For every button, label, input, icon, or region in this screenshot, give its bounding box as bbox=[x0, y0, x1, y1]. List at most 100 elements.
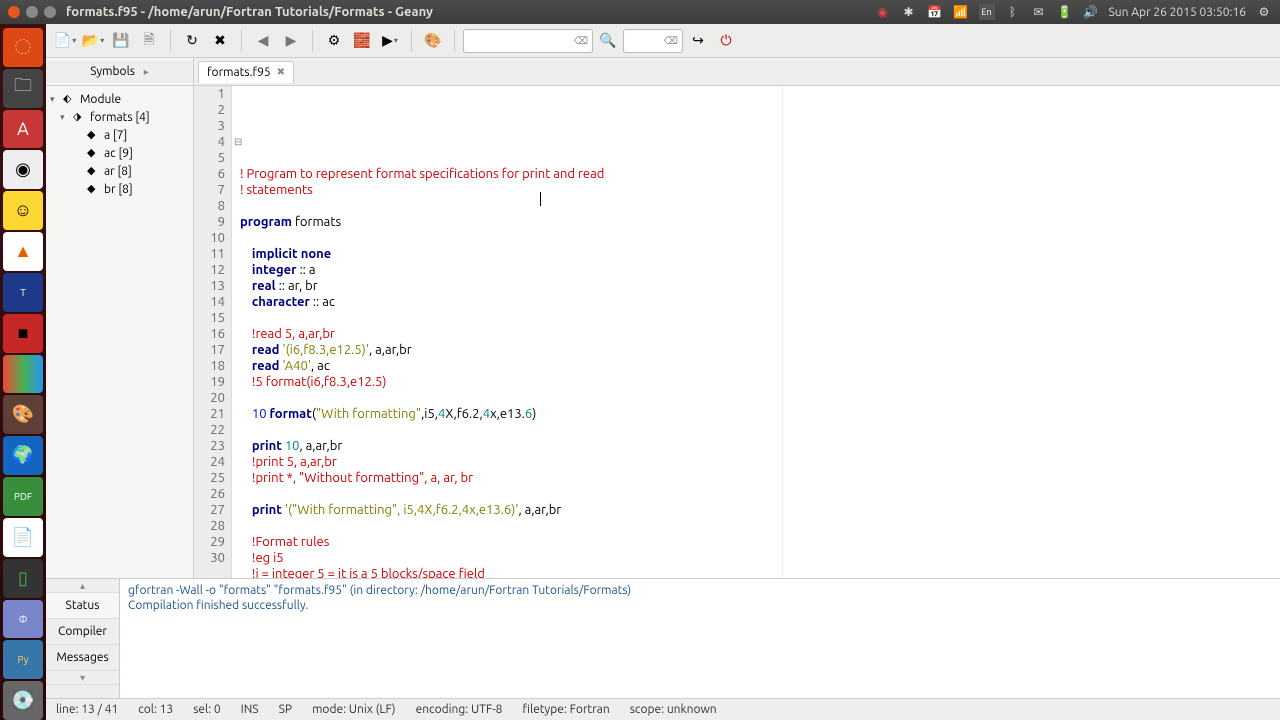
launcher: ◌ 🗀 A ◉ ☺ ▲ T ■ 🎨 🌍 PDF 📄 ▯ Φ Py 💽 bbox=[0, 24, 46, 720]
mail-icon[interactable]: ✉ bbox=[1031, 4, 1047, 20]
execute-button[interactable]: ▶▾ bbox=[377, 28, 403, 54]
open-button[interactable]: 📂▾ bbox=[80, 28, 106, 54]
battery-icon[interactable]: 🔋 bbox=[1057, 4, 1073, 20]
status-scope: scope: unknown bbox=[630, 703, 717, 716]
content: Symbols ▸ ▾ ⬖ Module ▾ ⬗ formats [4] ◆ bbox=[46, 58, 1280, 578]
pdf-icon[interactable]: PDF bbox=[3, 477, 43, 516]
fold-icon[interactable]: ⊟ bbox=[234, 134, 242, 150]
tree-module[interactable]: ▾ ⬖ Module bbox=[46, 90, 193, 108]
bluetooth-icon[interactable]: ᛒ bbox=[1005, 4, 1021, 20]
dash-icon[interactable]: ◌ bbox=[3, 28, 43, 67]
gimp-icon[interactable]: 🎨 bbox=[3, 395, 43, 434]
gear-icon[interactable]: ⚙ bbox=[1256, 4, 1272, 20]
tree-item[interactable]: ◆ ac [9] bbox=[46, 144, 193, 162]
clock[interactable]: Sun Apr 26 2015 03:50:16 bbox=[1109, 6, 1246, 19]
indicator-icon[interactable]: ✱ bbox=[901, 4, 917, 20]
search-field[interactable] bbox=[468, 33, 572, 48]
message-line: Compilation finished successfully. bbox=[128, 598, 1272, 613]
search-button[interactable]: 🔍 bbox=[595, 28, 621, 54]
code-text[interactable]: ⊟ ! Program to represent format specific… bbox=[232, 86, 1280, 578]
forward-button[interactable]: ▶ bbox=[278, 28, 304, 54]
var-icon: ◆ bbox=[87, 128, 101, 142]
build-button[interactable]: 🧱 bbox=[349, 28, 375, 54]
symbol-tree: ▾ ⬖ Module ▾ ⬗ formats [4] ◆ a [7] ◆ bbox=[46, 86, 193, 202]
files-icon[interactable]: 🗀 bbox=[3, 69, 43, 108]
python-icon[interactable]: Py bbox=[3, 640, 43, 679]
status-line: line: 13 / 41 bbox=[56, 703, 118, 716]
separator bbox=[170, 30, 171, 52]
var-icon: ◆ bbox=[87, 182, 101, 196]
file-tab[interactable]: formats.f95 ✖ bbox=[198, 61, 294, 83]
quit-button[interactable]: ⏻ bbox=[713, 28, 739, 54]
color-button[interactable]: 🎨 bbox=[420, 28, 446, 54]
app-icon[interactable] bbox=[3, 355, 43, 394]
record-icon[interactable]: ◉ bbox=[875, 4, 891, 20]
back-button[interactable]: ◀ bbox=[250, 28, 276, 54]
expand-icon[interactable]: ▾ bbox=[50, 94, 60, 105]
save-button[interactable]: 💾 bbox=[108, 28, 134, 54]
earth-icon[interactable]: 🌍 bbox=[3, 436, 43, 475]
close-button[interactable]: ✖ bbox=[207, 28, 233, 54]
tree-item[interactable]: ◆ br [8] bbox=[46, 180, 193, 198]
separator bbox=[241, 30, 242, 52]
status-col: col: 13 bbox=[138, 703, 173, 716]
tree-label: ar [8] bbox=[104, 165, 132, 178]
maximize-icon[interactable] bbox=[44, 6, 56, 18]
tex-icon[interactable]: T bbox=[3, 273, 43, 312]
close-icon[interactable] bbox=[8, 6, 20, 18]
vlc-icon[interactable]: ▲ bbox=[3, 232, 43, 271]
line-gutter: 1234567891011121314151617181920212223242… bbox=[194, 86, 232, 578]
calendar-icon[interactable]: 📅 bbox=[927, 4, 943, 20]
chrome-icon[interactable]: ◉ bbox=[3, 150, 43, 189]
goto-field[interactable] bbox=[628, 33, 662, 48]
clear-icon[interactable]: ⌫ bbox=[574, 35, 588, 47]
tree-item[interactable]: ◆ ar [8] bbox=[46, 162, 193, 180]
terminal-icon[interactable]: ▯ bbox=[3, 559, 43, 598]
keyboard-icon[interactable]: En bbox=[979, 4, 995, 20]
status-sp: SP bbox=[279, 703, 292, 716]
message-area: gfortran -Wall -o "formats" "formats.f95… bbox=[120, 579, 1280, 698]
app-icon[interactable]: ☺ bbox=[3, 191, 43, 230]
scroll-down-icon[interactable]: ▾ bbox=[46, 671, 119, 685]
expand-icon[interactable]: ▾ bbox=[60, 112, 70, 123]
libreoffice-icon[interactable]: 📄 bbox=[3, 518, 43, 557]
tree-label: ac [9] bbox=[104, 147, 133, 160]
goto-input[interactable]: ⌫ bbox=[623, 29, 683, 53]
search-input[interactable]: ⌫ bbox=[463, 29, 593, 53]
save-all-button[interactable]: 🗎 bbox=[136, 28, 162, 54]
code-area[interactable]: 1234567891011121314151617181920212223242… bbox=[194, 86, 1280, 578]
window-controls bbox=[8, 6, 56, 18]
status-bar: line: 13 / 41 col: 13 sel: 0 INS SP mode… bbox=[46, 698, 1280, 720]
tree-label: formats [4] bbox=[90, 111, 150, 124]
window-title: formats.f95 - /home/arun/Fortran Tutoria… bbox=[66, 5, 875, 19]
var-icon: ◆ bbox=[87, 164, 101, 178]
tree-formats[interactable]: ▾ ⬗ formats [4] bbox=[46, 108, 193, 126]
minimize-icon[interactable] bbox=[26, 6, 38, 18]
disk-icon[interactable]: 💽 bbox=[3, 681, 43, 720]
symbols-tab[interactable]: Symbols ▸ bbox=[46, 60, 193, 83]
close-tab-icon[interactable]: ✖ bbox=[277, 66, 285, 78]
status-filetype: filetype: Fortran bbox=[522, 703, 609, 716]
chevron-right-icon[interactable]: ▸ bbox=[144, 66, 149, 77]
wifi-icon[interactable]: 📶 bbox=[953, 4, 969, 20]
php-icon[interactable]: Φ bbox=[3, 600, 43, 639]
status-tab[interactable]: Status bbox=[46, 593, 119, 619]
clear-icon[interactable]: ⌫ bbox=[664, 35, 678, 47]
tab-label: formats.f95 bbox=[207, 66, 271, 79]
menubar: formats.f95 - /home/arun/Fortran Tutoria… bbox=[0, 0, 1280, 24]
messages-tab[interactable]: Messages bbox=[46, 645, 119, 671]
compiler-tab[interactable]: Compiler bbox=[46, 619, 119, 645]
app-icon[interactable]: ■ bbox=[3, 314, 43, 353]
compile-button[interactable]: ⚙ bbox=[321, 28, 347, 54]
goto-button[interactable]: ↪ bbox=[685, 28, 711, 54]
new-button[interactable]: 📄▾ bbox=[52, 28, 78, 54]
app-icon[interactable]: A bbox=[3, 110, 43, 149]
reload-button[interactable]: ↻ bbox=[179, 28, 205, 54]
system-tray: ◉ ✱ 📅 📶 En ᛒ ✉ 🔋 🔊 Sun Apr 26 2015 03:50… bbox=[875, 4, 1272, 20]
tree-label: Module bbox=[80, 93, 121, 106]
message-line: gfortran -Wall -o "formats" "formats.f95… bbox=[128, 583, 1272, 598]
volume-icon[interactable]: 🔊 bbox=[1083, 4, 1099, 20]
scroll-up-icon[interactable]: ▴ bbox=[46, 579, 119, 593]
status-sel: sel: 0 bbox=[193, 703, 220, 716]
tree-item[interactable]: ◆ a [7] bbox=[46, 126, 193, 144]
